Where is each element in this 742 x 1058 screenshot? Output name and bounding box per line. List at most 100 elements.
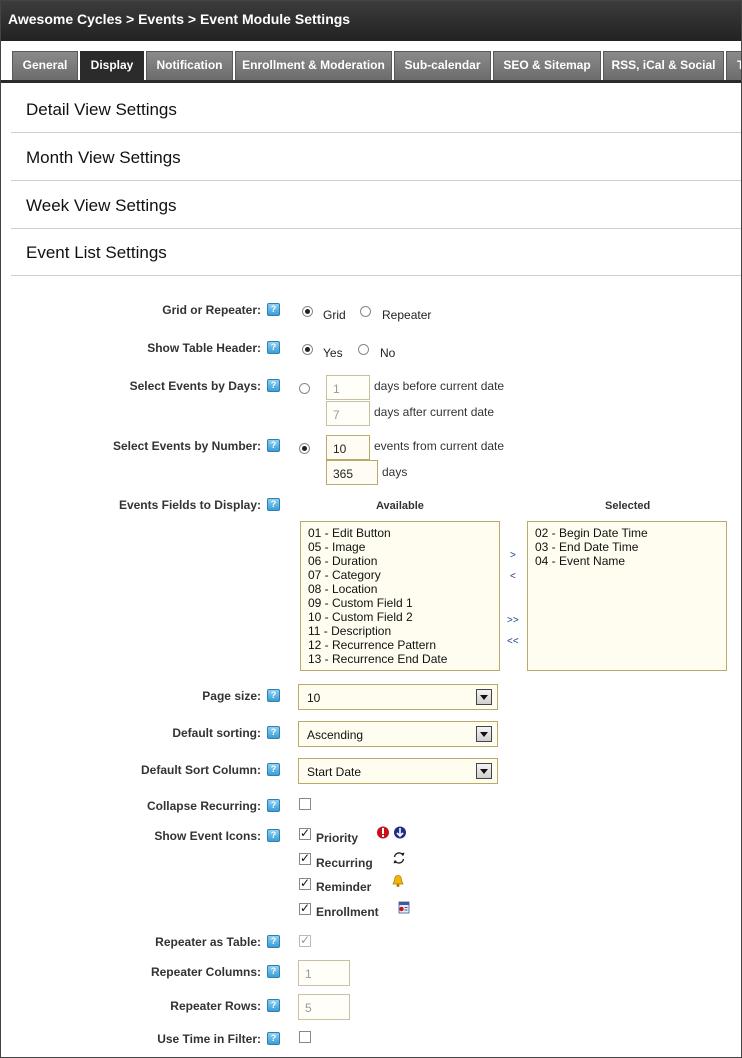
grid-option-label: Grid: [323, 308, 346, 322]
default-sorting-select[interactable]: Ascending: [298, 721, 498, 747]
enrollment-icon: [398, 901, 410, 914]
chevron-down-icon[interactable]: [476, 763, 492, 779]
move-all-left-button[interactable]: <<: [507, 636, 519, 647]
priority-checkbox[interactable]: [299, 826, 311, 840]
tab-notification[interactable]: Notification: [146, 51, 233, 80]
help-icon[interactable]: ?: [267, 1032, 280, 1045]
help-icon[interactable]: ?: [267, 341, 280, 354]
default-sort-column-value: Start Date: [307, 765, 362, 779]
move-right-button[interactable]: >: [510, 550, 516, 561]
help-icon[interactable]: ?: [267, 726, 280, 739]
move-all-right-button[interactable]: >>: [507, 615, 519, 626]
grid-radio[interactable]: [302, 306, 313, 317]
enrollment-checkbox[interactable]: [299, 901, 311, 915]
recurring-checkbox[interactable]: [299, 851, 311, 865]
header-yes-label: Yes: [323, 346, 343, 360]
list-item[interactable]: 11 - Description: [308, 624, 492, 638]
show-event-icons-label: Show Event Icons:: [154, 829, 261, 843]
events-days-input[interactable]: 365: [326, 460, 378, 485]
tab-general[interactable]: General: [12, 51, 78, 80]
select-by-days-radio[interactable]: [299, 383, 310, 394]
selected-fields-list[interactable]: 02 - Begin Date Time 03 - End Date Time …: [527, 521, 727, 671]
chevron-down-icon[interactable]: [476, 689, 492, 705]
events-number-input[interactable]: 10: [326, 435, 370, 460]
use-time-in-filter-checkbox[interactable]: [299, 1031, 311, 1043]
breadcrumb: Awesome Cycles > Events > Event Module S…: [8, 11, 351, 27]
header-no-radio[interactable]: [358, 344, 369, 355]
list-item[interactable]: 12 - Recurrence Pattern: [308, 638, 492, 652]
tab-sub-calendar[interactable]: Sub-calendar: [394, 51, 491, 80]
help-icon[interactable]: ?: [267, 829, 280, 842]
repeater-columns-input[interactable]: 1: [298, 960, 350, 986]
collapse-recurring-label: Collapse Recurring:: [146, 799, 261, 813]
list-item[interactable]: 05 - Image: [308, 540, 492, 554]
chevron-down-icon[interactable]: [476, 726, 492, 742]
available-fields-list[interactable]: 01 - Edit Button 05 - Image 06 - Duratio…: [300, 521, 500, 671]
events-number-text: events from current date: [374, 439, 505, 453]
bell-icon: [392, 875, 404, 887]
help-icon[interactable]: ?: [267, 379, 280, 392]
tab-enrollment-moderation[interactable]: Enrollment & Moderation: [235, 51, 392, 80]
move-left-button[interactable]: <: [510, 571, 516, 582]
list-item[interactable]: 07 - Category: [308, 568, 492, 582]
default-sorting-label: Default sorting:: [172, 726, 261, 740]
help-icon[interactable]: ?: [267, 303, 280, 316]
page-size-label: Page size:: [202, 689, 261, 703]
tab-overflow[interactable]: T: [726, 51, 741, 80]
list-item[interactable]: 01 - Edit Button: [308, 526, 492, 540]
tab-strip: General Display Notification Enrollment …: [1, 41, 741, 83]
page-size-select[interactable]: 10: [298, 684, 498, 710]
help-icon[interactable]: ?: [267, 689, 280, 702]
help-icon[interactable]: ?: [267, 965, 280, 978]
list-item[interactable]: 03 - End Date Time: [535, 540, 719, 554]
repeater-rows-label: Repeater Rows:: [170, 999, 261, 1013]
help-icon[interactable]: ?: [267, 799, 280, 812]
grid-or-repeater-label: Grid or Repeater:: [162, 303, 261, 317]
list-item[interactable]: 06 - Duration: [308, 554, 492, 568]
default-sort-column-select[interactable]: Start Date: [298, 758, 498, 784]
section-month-view[interactable]: Month View Settings: [11, 133, 741, 181]
help-icon[interactable]: ?: [267, 498, 280, 511]
tab-display[interactable]: Display: [80, 51, 144, 80]
priority-label: Priority: [316, 831, 359, 845]
select-by-number-radio[interactable]: [299, 443, 310, 454]
collapse-recurring-checkbox[interactable]: [299, 798, 311, 810]
days-after-input[interactable]: 7: [326, 401, 370, 426]
selected-header: Selected: [605, 500, 651, 512]
days-before-input[interactable]: 1: [326, 375, 370, 400]
list-item[interactable]: 02 - Begin Date Time: [535, 526, 719, 540]
section-event-list[interactable]: Event List Settings: [11, 228, 741, 276]
reminder-checkbox[interactable]: [299, 876, 311, 890]
list-item[interactable]: 08 - Location: [308, 582, 492, 596]
tab-rss-ical-social[interactable]: RSS, iCal & Social: [603, 51, 724, 80]
list-item[interactable]: 09 - Custom Field 1: [308, 596, 492, 610]
help-icon[interactable]: ?: [267, 999, 280, 1012]
recurring-icon: [393, 852, 405, 864]
section-detail-view[interactable]: Detail View Settings: [11, 85, 741, 133]
reminder-label: Reminder: [316, 880, 372, 894]
recurring-label: Recurring: [316, 856, 373, 870]
help-icon[interactable]: ?: [267, 439, 280, 452]
show-table-header-label: Show Table Header:: [147, 341, 261, 355]
repeater-as-table-checkbox[interactable]: [299, 933, 311, 947]
repeater-option-label: Repeater: [382, 308, 432, 322]
header-yes-radio[interactable]: [302, 344, 313, 355]
breadcrumb-bar: Awesome Cycles > Events > Event Module S…: [1, 1, 741, 41]
priority-icon: [377, 826, 406, 839]
help-icon[interactable]: ?: [267, 763, 280, 776]
repeater-rows-input[interactable]: 5: [298, 994, 350, 1020]
select-by-number-label: Select Events by Number:: [112, 439, 261, 453]
repeater-radio[interactable]: [360, 306, 371, 317]
days-after-text: days after current date: [374, 405, 495, 419]
enrollment-label: Enrollment: [316, 905, 379, 919]
available-header: Available: [376, 500, 424, 512]
list-item[interactable]: 13 - Recurrence End Date: [308, 652, 492, 666]
list-item[interactable]: 04 - Event Name: [535, 554, 719, 568]
select-by-days-label: Select Events by Days:: [129, 379, 261, 393]
repeater-columns-label: Repeater Columns:: [150, 965, 261, 979]
list-item[interactable]: 10 - Custom Field 2: [308, 610, 492, 624]
header-no-label: No: [380, 346, 396, 360]
tab-seo-sitemap[interactable]: SEO & Sitemap: [493, 51, 601, 80]
section-week-view[interactable]: Week View Settings: [11, 181, 741, 229]
help-icon[interactable]: ?: [267, 935, 280, 948]
